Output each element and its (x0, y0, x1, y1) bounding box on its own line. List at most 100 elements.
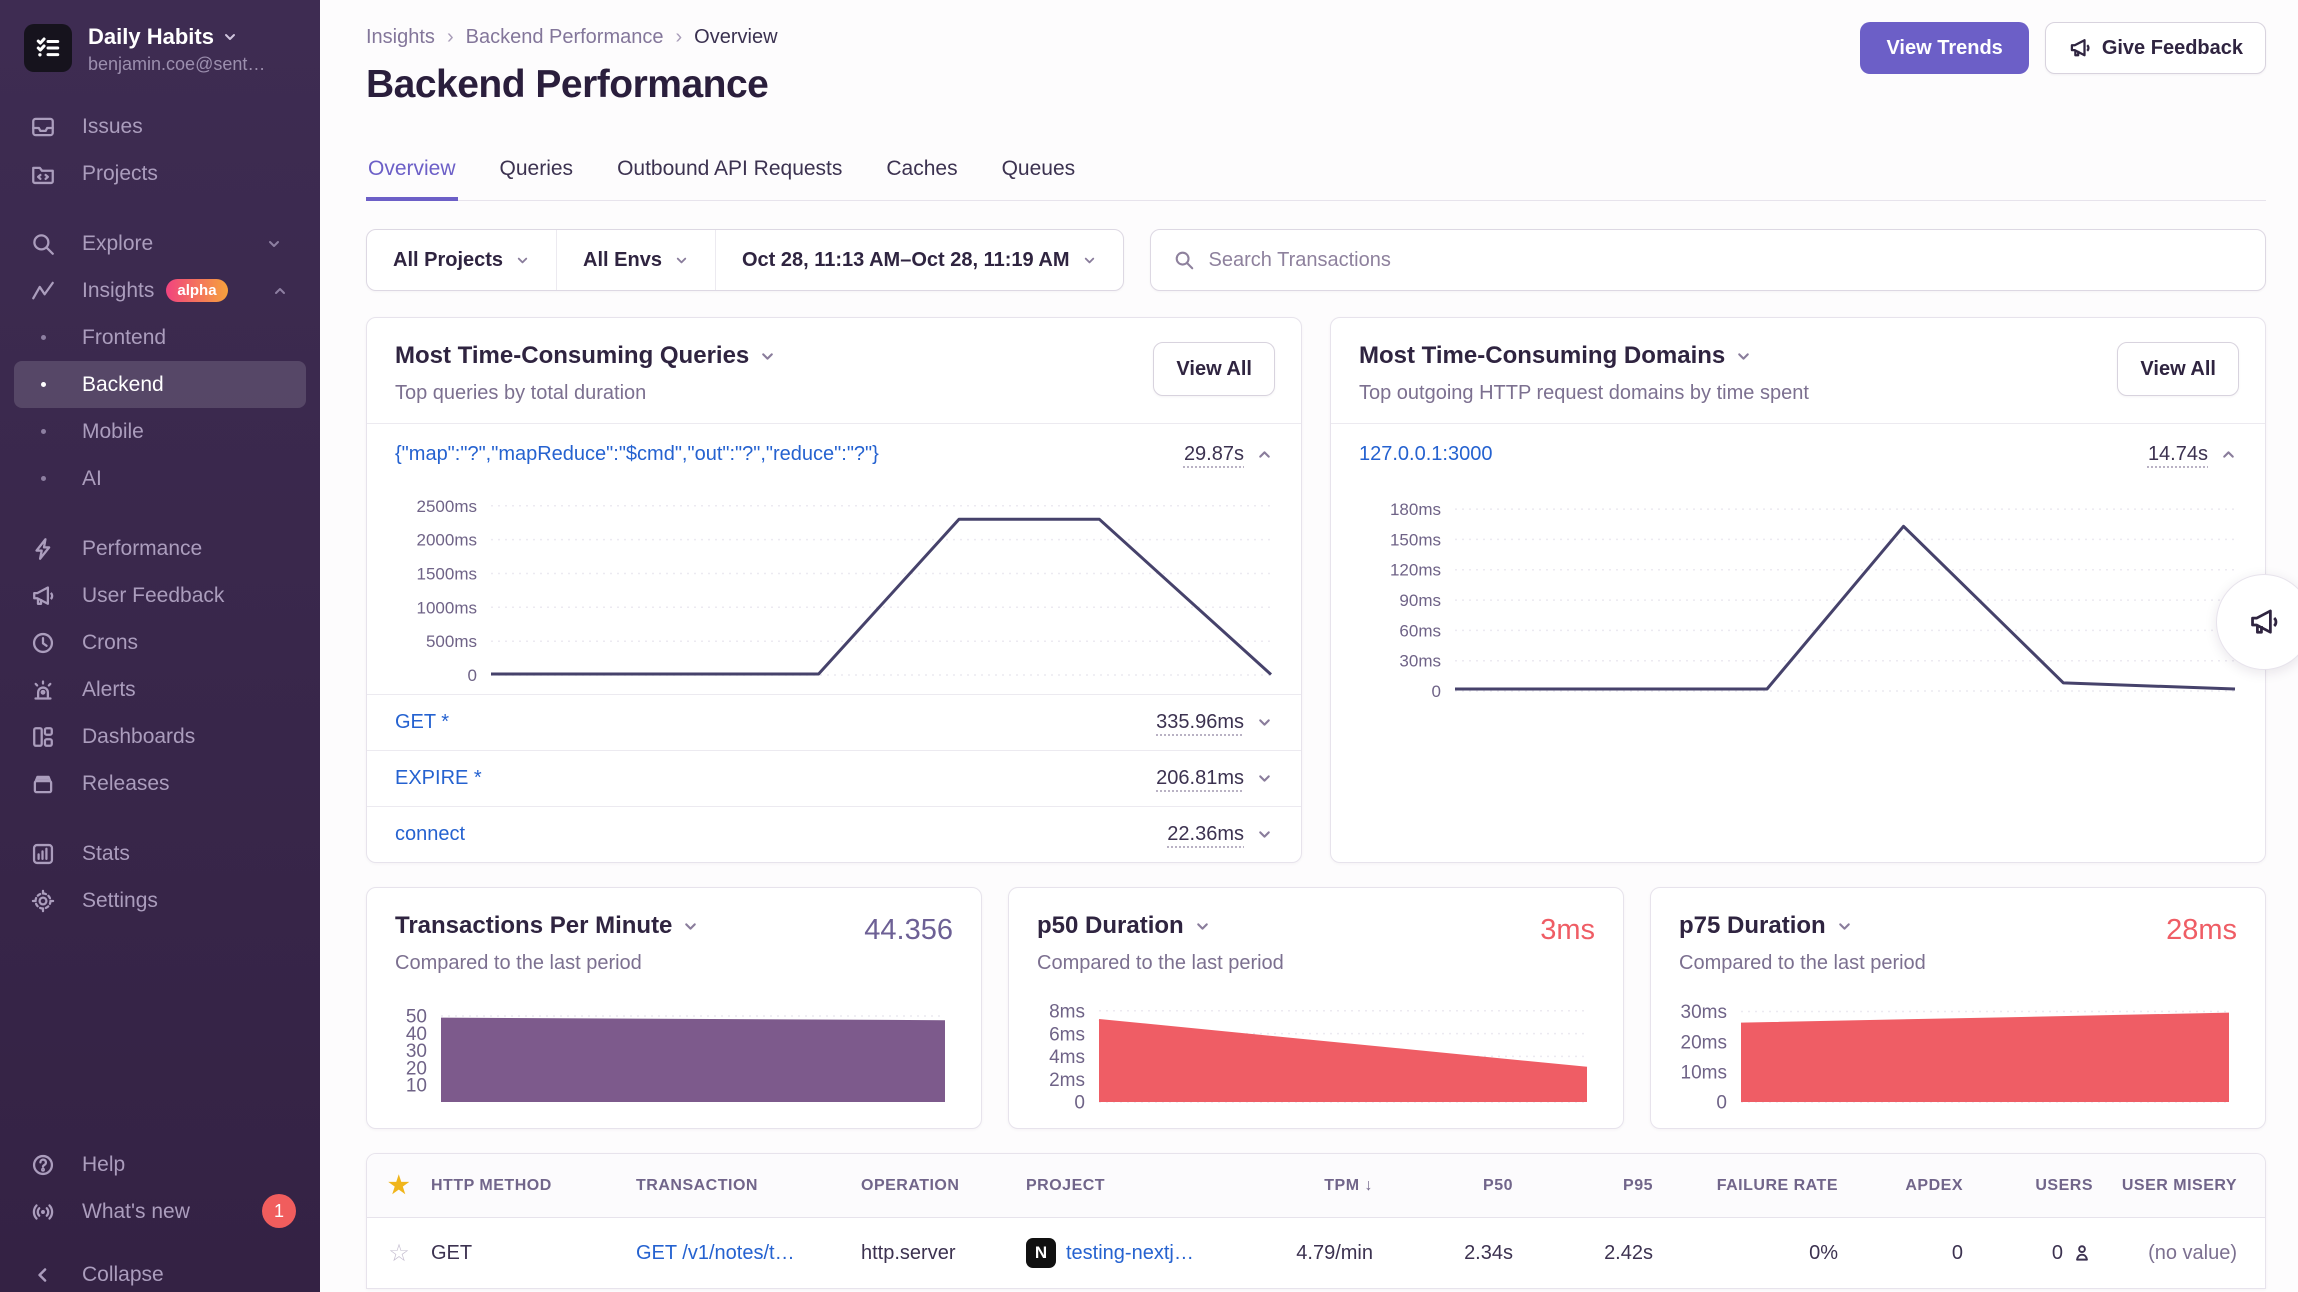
sidebar-item-stats[interactable]: Stats (14, 830, 306, 877)
sidebar-item-whats-new[interactable]: What's new 1 (14, 1188, 306, 1235)
column-header-operation[interactable]: OPERATION (861, 1177, 1026, 1195)
tab-queries[interactable]: Queries (498, 157, 576, 201)
panel-title[interactable]: Most Time-Consuming Domains (1359, 342, 2237, 370)
breadcrumb-insights[interactable]: Insights (366, 26, 435, 49)
query-link[interactable]: {"map":"?","mapReduce":"$cmd","out":"?",… (395, 443, 879, 466)
column-header-tpm[interactable]: TPM ↓ (1256, 1177, 1381, 1195)
sidebar-item-ai[interactable]: AI (14, 455, 306, 502)
tab-queues[interactable]: Queues (1000, 157, 1078, 201)
megaphone-icon (2068, 36, 2092, 60)
column-header-users[interactable]: USERS (1971, 1177, 2101, 1195)
sidebar-item-user-feedback[interactable]: User Feedback (14, 572, 306, 619)
date-range-filter[interactable]: Oct 28, 11:13 AM–Oct 28, 11:19 AM (715, 230, 1123, 290)
sidebar-item-issues[interactable]: Issues (14, 103, 306, 150)
panel-title[interactable]: Most Time-Consuming Queries (395, 342, 1273, 370)
environment-filter[interactable]: All Envs (556, 230, 715, 290)
sidebar-item-mobile[interactable]: Mobile (14, 408, 306, 455)
column-header-user-misery[interactable]: USER MISERY (2101, 1177, 2265, 1195)
project-link[interactable]: testing-nextj… (1066, 1242, 1194, 1265)
sidebar-collapse-button[interactable]: Collapse (14, 1251, 306, 1292)
chevron-down-icon[interactable] (1256, 770, 1273, 787)
panel-subtitle: Top outgoing HTTP request domains by tim… (1359, 382, 2237, 405)
chevron-down-icon[interactable] (1256, 826, 1273, 843)
transaction-search[interactable] (1150, 229, 2266, 291)
sidebar-item-projects[interactable]: Projects (14, 150, 306, 197)
sidebar-item-backend[interactable]: Backend (14, 361, 306, 408)
svg-text:500ms: 500ms (426, 632, 477, 651)
transaction-link[interactable]: GET /v1/notes/t… (636, 1242, 795, 1264)
column-header-p50[interactable]: P50 (1381, 1177, 1521, 1195)
queries-view-all-button[interactable]: View All (1153, 342, 1275, 396)
sidebar-item-label: AI (82, 467, 102, 491)
megaphone-icon (2247, 605, 2281, 639)
cell-tpm: 4.79/min (1256, 1242, 1381, 1265)
svg-text:180ms: 180ms (1390, 500, 1441, 519)
column-header-transaction[interactable]: TRANSACTION (636, 1177, 861, 1195)
column-header-apdex[interactable]: APDEX (1846, 1177, 1971, 1195)
sidebar-item-performance[interactable]: Performance (14, 525, 306, 572)
main-content: Insights › Backend Performance › Overvie… (320, 0, 2298, 1292)
sidebar-item-releases[interactable]: Releases (14, 760, 306, 807)
project-filter[interactable]: All Projects (367, 230, 556, 290)
sidebar-item-label: Stats (82, 842, 130, 866)
chevron-down-icon[interactable] (1256, 714, 1273, 731)
query-row-expanded: {"map":"?","mapReduce":"$cmd","out":"?",… (367, 423, 1301, 485)
query-total-time: 22.36ms (1167, 823, 1244, 846)
sidebar-item-label: Settings (82, 889, 158, 913)
column-header-http-method[interactable]: HTTP METHOD (431, 1177, 636, 1195)
cell-operation: http.server (861, 1242, 1026, 1265)
column-header-project[interactable]: PROJECT (1026, 1177, 1256, 1195)
sidebar-item-settings[interactable]: Settings (14, 877, 306, 924)
svg-text:1000ms: 1000ms (417, 598, 477, 617)
breadcrumb-backend-performance[interactable]: Backend Performance (466, 26, 664, 49)
metric-title[interactable]: p75 Duration (1679, 912, 2237, 940)
search-input[interactable] (1209, 249, 2243, 272)
chevron-down-icon (266, 236, 282, 252)
tab-overview[interactable]: Overview (366, 157, 458, 201)
query-link[interactable]: EXPIRE * (395, 767, 482, 790)
sidebar-item-insights[interactable]: Insights alpha (14, 267, 306, 314)
star-column-header-icon[interactable]: ★ (388, 1172, 410, 1199)
org-switcher[interactable]: Daily Habits benjamin.coe@sent… (0, 0, 320, 75)
insights-graph-icon (30, 278, 56, 304)
view-trends-button[interactable]: View Trends (1860, 22, 2028, 74)
sidebar-item-help[interactable]: Help (14, 1141, 306, 1188)
dashboard-grid-icon (30, 724, 56, 750)
sidebar-item-label: Alerts (82, 678, 136, 702)
tpm-value: 44.356 (864, 914, 953, 947)
star-toggle-icon[interactable]: ☆ (388, 1240, 410, 1267)
transactions-table: ★ HTTP METHOD TRANSACTION OPERATION PROJ… (366, 1153, 2266, 1289)
search-icon (30, 231, 56, 257)
chevron-down-icon (674, 253, 689, 268)
p50-chart: 8ms6ms4ms2ms0 (1023, 996, 1597, 1118)
tab-caches[interactable]: Caches (884, 157, 959, 201)
sidebar-item-dashboards[interactable]: Dashboards (14, 713, 306, 760)
chevron-down-icon (759, 348, 776, 365)
column-header-failure-rate[interactable]: FAILURE RATE (1661, 1177, 1846, 1195)
metric-title[interactable]: p50 Duration (1037, 912, 1595, 940)
org-avatar (24, 24, 72, 72)
svg-text:150ms: 150ms (1390, 530, 1441, 549)
sidebar-item-crons[interactable]: Crons (14, 619, 306, 666)
nextjs-project-icon: N (1026, 1238, 1056, 1268)
query-total-time: 335.96ms (1156, 711, 1244, 734)
svg-text:90ms: 90ms (1399, 591, 1441, 610)
give-feedback-button[interactable]: Give Feedback (2045, 22, 2266, 74)
svg-text:6ms: 6ms (1049, 1024, 1085, 1045)
tab-outbound-api-requests[interactable]: Outbound API Requests (615, 157, 844, 201)
query-link[interactable]: GET * (395, 711, 449, 734)
query-link[interactable]: connect (395, 823, 465, 846)
column-header-p95[interactable]: P95 (1521, 1177, 1661, 1195)
metric-subtitle: Compared to the last period (395, 952, 953, 975)
chevron-up-icon[interactable] (1256, 446, 1273, 463)
chevron-down-icon (515, 253, 530, 268)
domains-view-all-button[interactable]: View All (2117, 342, 2239, 396)
sidebar-item-alerts[interactable]: Alerts (14, 666, 306, 713)
checklist-icon (33, 33, 63, 63)
sidebar-item-explore[interactable]: Explore (14, 220, 306, 267)
svg-text:0: 0 (1716, 1093, 1727, 1114)
domain-link[interactable]: 127.0.0.1:3000 (1359, 443, 1492, 466)
chevron-up-icon[interactable] (2220, 446, 2237, 463)
sidebar-item-frontend[interactable]: Frontend (14, 314, 306, 361)
svg-text:4ms: 4ms (1049, 1047, 1085, 1068)
